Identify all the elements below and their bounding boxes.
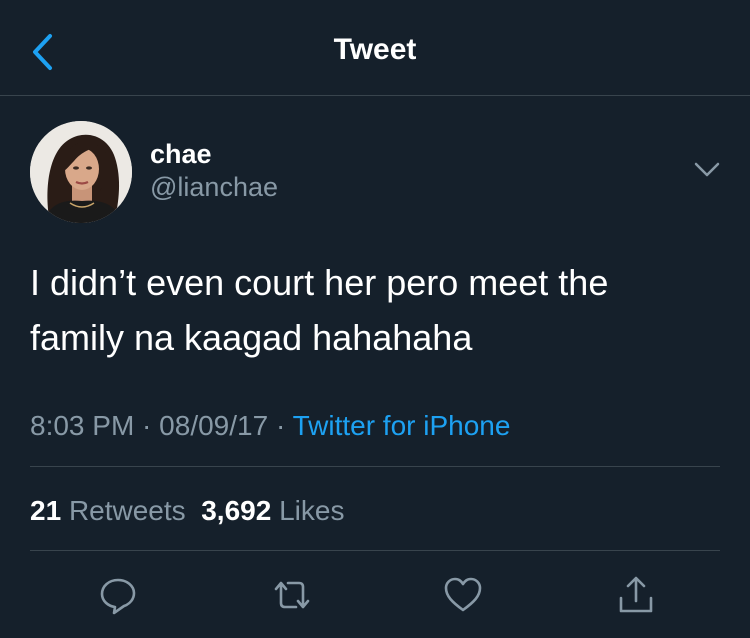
avatar-image (30, 121, 132, 223)
tweet-time: 8:03 PM (30, 410, 135, 441)
tweet-source-link[interactable]: Twitter for iPhone (293, 410, 511, 441)
tweet-stats: 21 Retweets 3,692 Likes (30, 495, 344, 527)
meta-separator: · (134, 410, 160, 441)
tweet-text-line: family na kaagad hahahaha (30, 317, 473, 358)
reply-button[interactable] (95, 572, 141, 618)
likes-label: Likes (279, 495, 345, 526)
like-icon (444, 577, 482, 612)
page-title: Tweet (333, 33, 417, 66)
tweet-text: I didn’t even court her pero meet the fa… (30, 255, 720, 365)
display-name[interactable]: chae (150, 139, 212, 170)
share-icon (619, 576, 653, 613)
user-handle[interactable]: @lianchae (150, 172, 278, 203)
like-button[interactable] (440, 572, 486, 618)
chevron-down-icon (694, 162, 720, 177)
retweets-stat[interactable]: 21 Retweets (30, 495, 186, 526)
reply-icon (100, 578, 136, 615)
retweet-icon (274, 581, 310, 609)
retweet-button[interactable] (269, 572, 315, 618)
likes-count: 3,692 (201, 495, 272, 526)
divider (30, 466, 720, 467)
meta-separator: · (268, 410, 293, 441)
tweet-text-line: I didn’t even court her pero meet the (30, 262, 609, 303)
tweet-date: 08/09/17 (159, 410, 269, 441)
share-button[interactable] (613, 572, 659, 618)
retweets-count: 21 (30, 495, 62, 526)
tweet-meta: 8:03 PM · 08/09/17 · Twitter for iPhone (30, 410, 510, 442)
likes-stat[interactable]: 3,692 Likes (201, 495, 344, 526)
tweet-menu-button[interactable] (692, 158, 722, 182)
retweets-label: Retweets (68, 495, 186, 526)
divider (30, 550, 720, 551)
avatar[interactable] (30, 121, 132, 223)
top-bar: Tweet (0, 0, 750, 96)
